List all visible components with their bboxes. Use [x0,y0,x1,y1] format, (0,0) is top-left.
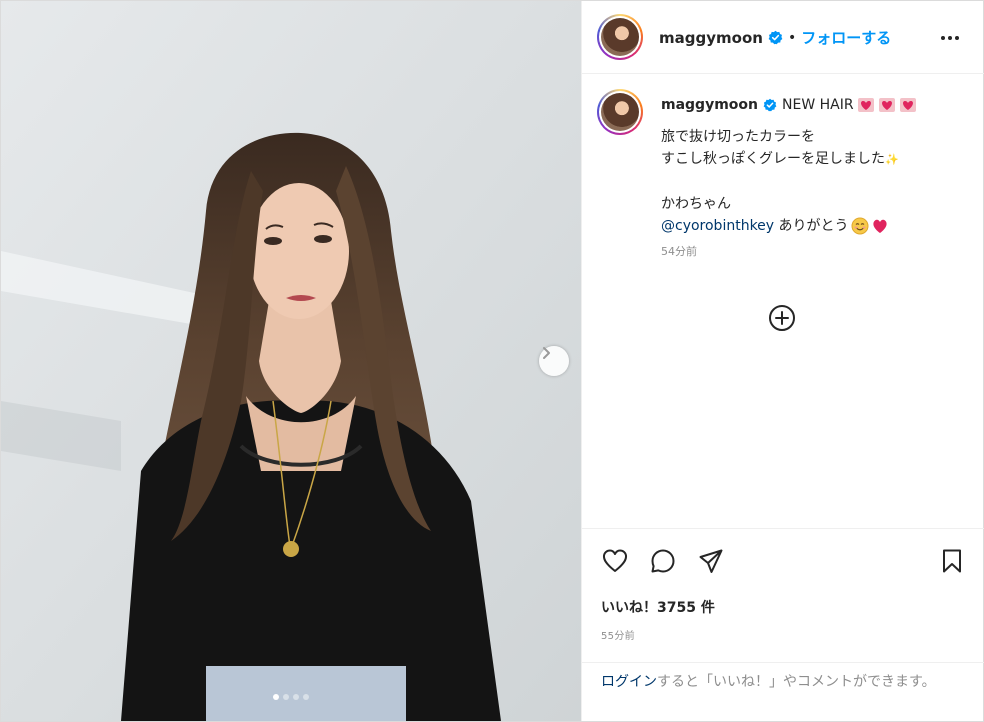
sparkle-emoji: ✨ [885,153,899,166]
chevron-right-icon [543,347,550,359]
follow-button[interactable]: フォローする [801,27,891,48]
heart-emoji-icon [878,98,895,112]
comment-icon[interactable] [649,547,677,575]
share-icon[interactable] [697,547,725,575]
caption-line-2-text: すこし秋っぽくグレーを足しました [661,151,885,167]
post-actions: いいね！3755 件 55分前 ログインすると「いいね！」やコメントができます。 [582,528,984,721]
photo-illustration [1,1,581,721]
login-prompt-text: すると「いいね！」やコメントができます。 [657,674,936,690]
caption: maggymoon NEW HAIR 旅で抜け切ったカラーを すこし秋っぽくグレ… [661,94,971,259]
header-separator: • [787,29,797,46]
heart-icon[interactable] [601,547,629,575]
post-photo[interactable] [1,1,581,721]
caption-title-row: maggymoon NEW HAIR [661,94,971,116]
heart-emoji-icon [899,98,916,112]
heart-emoji-group [857,97,917,113]
smile-emoji-icon [851,217,869,235]
caption-line-3: かわちゃん [661,196,731,212]
caption-line-4-text: ありがとう [774,218,849,234]
post-header: maggymoon • フォローする [582,1,984,74]
avatar[interactable] [597,14,643,60]
red-heart-emoji-icon [872,219,887,233]
login-prompt: ログインすると「いいね！」やコメントができます。 [582,662,984,722]
login-link[interactable]: ログイン [601,674,657,690]
mention-link[interactable]: @cyorobinthkey [661,215,774,237]
caption-time: 54分前 [661,245,697,258]
caption-avatar[interactable] [597,89,643,135]
carousel-dot-active [273,694,279,700]
likes-count[interactable]: いいね！3755 件 [601,597,715,617]
caption-title: NEW HAIR [782,97,854,113]
caption-line-2: すこし秋っぽくグレーを足しました✨ [661,148,971,171]
carousel-dot [303,694,309,700]
username-link[interactable]: maggymoon [659,29,763,47]
bookmark-icon[interactable] [938,547,966,575]
carousel-next-button[interactable] [539,346,569,376]
more-options-icon[interactable] [938,28,962,48]
caption-line-1: 旅で抜け切ったカラーを [661,129,815,145]
verified-badge-icon [768,30,783,45]
carousel-indicator [1,694,581,700]
caption-line-4: @cyorobinthkey ありがとう [661,215,971,237]
add-circle-icon[interactable] [768,304,796,332]
caption-username[interactable]: maggymoon [661,94,758,116]
carousel-dot [293,694,299,700]
carousel-dot [283,694,289,700]
post-details-pane: maggymoon • フォローする maggymoon NEW HAIR 旅で… [581,1,984,721]
verified-badge-icon [763,98,777,112]
post-timestamp: 55分前 [601,631,635,642]
header-user-row: maggymoon • フォローする [659,27,891,48]
heart-emoji-icon [857,98,874,112]
